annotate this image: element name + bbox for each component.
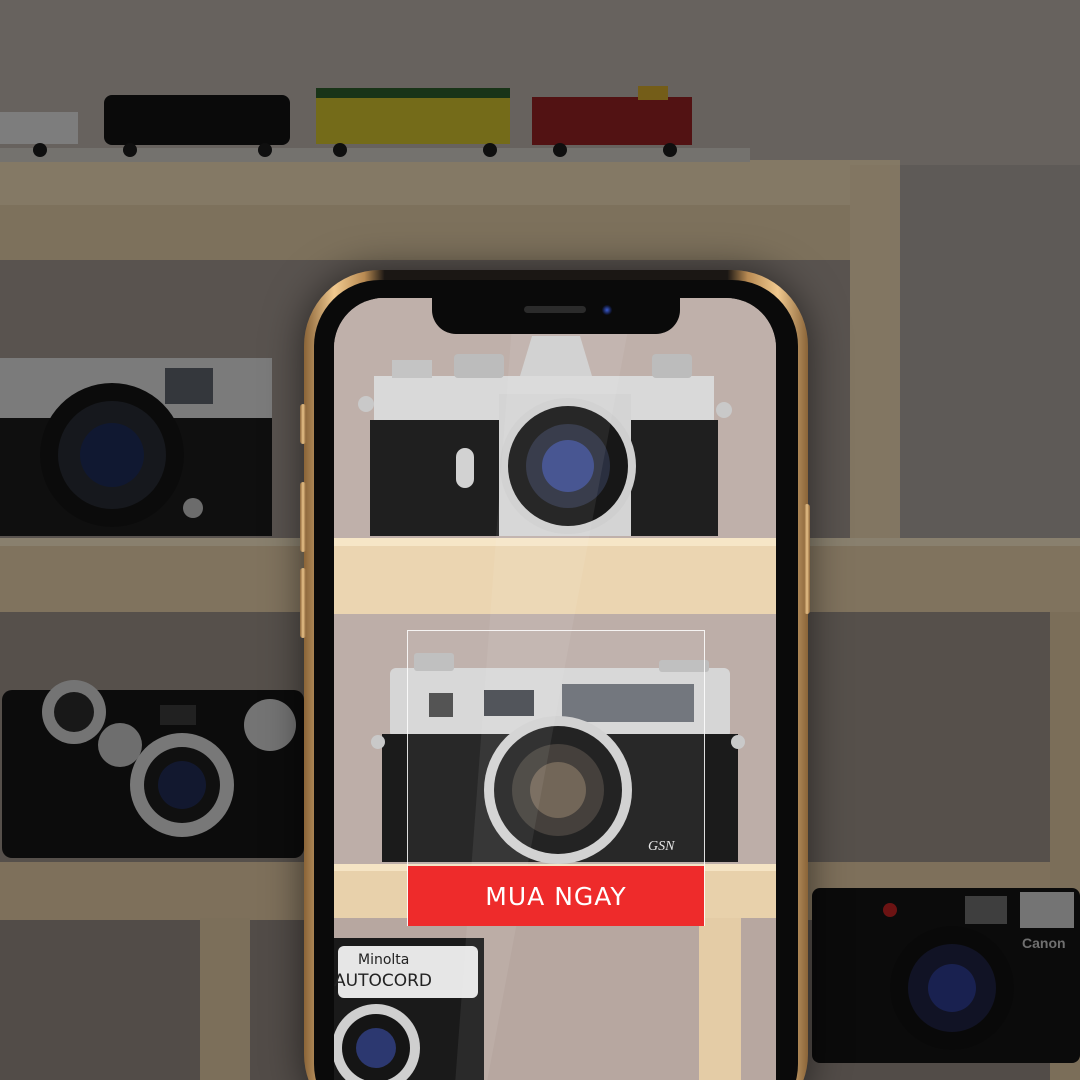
phone-volume-button-down bbox=[300, 482, 306, 552]
minolta-brand-text: Minolta bbox=[358, 952, 409, 968]
phone-power-button bbox=[804, 504, 810, 614]
phone-mute-switch bbox=[300, 568, 306, 638]
buy-now-button[interactable]: MUA NGAY bbox=[408, 866, 704, 926]
earpiece-speaker bbox=[524, 306, 586, 313]
phone-volume-button-up bbox=[300, 404, 306, 444]
front-camera-icon bbox=[602, 305, 612, 315]
minolta-model-text: AUTOCORD bbox=[334, 971, 432, 991]
promo-scene: Canon GSN Minolta AUTOCORD MUA NGAY bbox=[0, 0, 1080, 1080]
phone-notch bbox=[432, 296, 680, 334]
